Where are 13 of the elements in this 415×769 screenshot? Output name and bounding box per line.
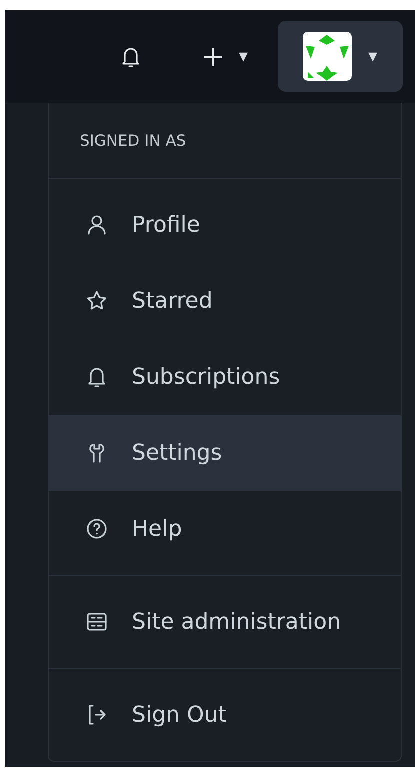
menu-item[interactable]: Sign Out [49, 677, 401, 753]
caret-icon: ▾ [368, 46, 378, 67]
menu-item[interactable]: Help [49, 491, 401, 567]
menu-item[interactable]: Settings [49, 415, 401, 491]
avatar-button[interactable]: ▾ [278, 21, 403, 92]
menu-item[interactable]: Profile [49, 187, 401, 263]
create-button[interactable]: ▾ [200, 44, 248, 68]
menu-heading: SIGNED IN AS [49, 103, 401, 179]
menu-item[interactable]: Starred [49, 263, 401, 339]
help-icon [85, 517, 109, 541]
caret-icon: ▾ [238, 46, 248, 67]
menu-item[interactable]: Subscriptions [49, 339, 401, 415]
menu-item[interactable]: Site administration [49, 584, 401, 660]
